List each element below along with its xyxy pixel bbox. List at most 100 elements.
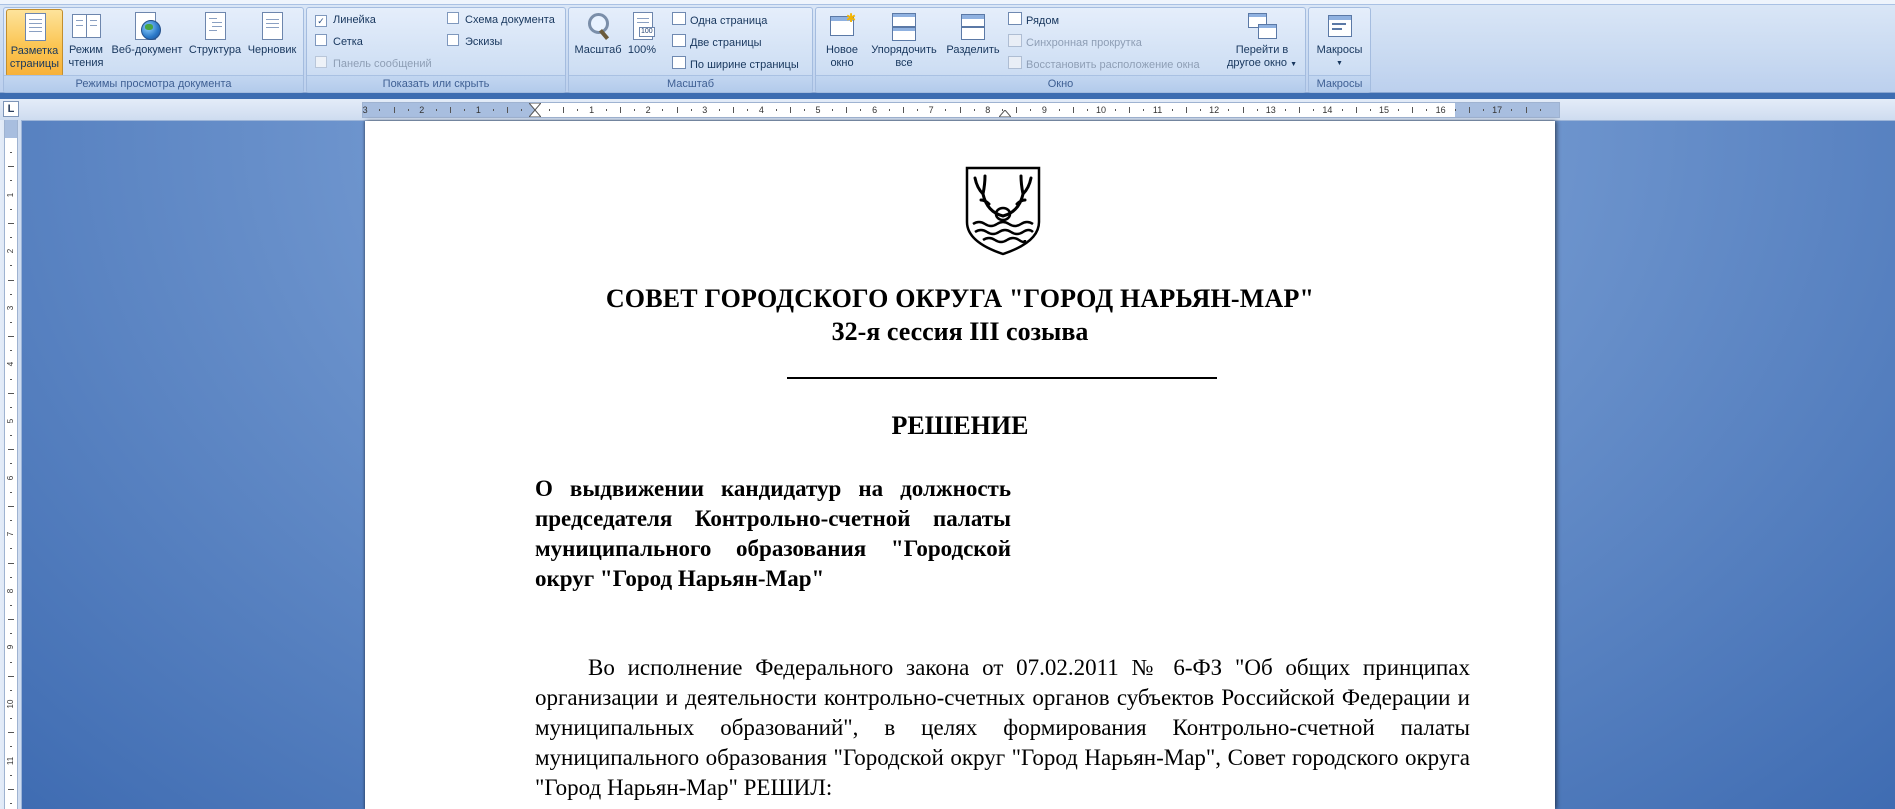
vertical-ruler-tick	[10, 633, 12, 635]
macros-button[interactable]: Макросы ▼	[1312, 9, 1367, 75]
ruler-tick	[973, 109, 975, 111]
ruler-tick	[619, 107, 621, 113]
vertical-ruler-tick	[10, 321, 12, 323]
tab-selector-button[interactable]: L	[3, 101, 19, 117]
ruler-tick	[1185, 107, 1187, 113]
vertical-ruler-tick	[10, 435, 12, 437]
new-window-label1: Новое	[825, 44, 859, 56]
draft-button[interactable]: Черновик	[244, 9, 300, 75]
reset-window-position-button[interactable]: Восстановить расположение окна	[1008, 56, 1200, 72]
ruler-number: 8	[985, 105, 991, 115]
ruler-tick	[1143, 109, 1145, 111]
group-zoom: Масштаб 100 100% Одна страница Две стран…	[568, 7, 813, 93]
vertical-ruler-number: 8	[6, 588, 15, 594]
zoom-100-label: 100%	[627, 44, 657, 56]
checkbox-icon	[315, 34, 327, 46]
document-map-checkbox[interactable]: Схема документа	[447, 12, 555, 28]
ruler-number: 6	[872, 105, 878, 115]
document-page[interactable]: СОВЕТ ГОРОДСКОГО ОКРУГА "ГОРОД НАРЬЯН-МА…	[365, 121, 1555, 809]
ruler-number: 3	[702, 105, 708, 115]
grid-checkbox[interactable]: Сетка	[315, 34, 363, 50]
vertical-ruler-tick	[10, 746, 12, 748]
vertical-ruler-tick	[10, 208, 12, 210]
one-page-button[interactable]: Одна страница	[672, 12, 767, 28]
new-window-button[interactable]: ✱ Новое окно	[819, 9, 865, 75]
page-width-button[interactable]: По ширине страницы	[672, 56, 799, 72]
thumbnails-checkbox[interactable]: Эскизы	[447, 34, 502, 50]
ruler-tick	[860, 109, 862, 111]
group-label-show-hide: Показать или скрыть	[307, 75, 565, 92]
ruler-number: 15	[1378, 105, 1390, 115]
new-window-icon: ✱	[828, 12, 856, 40]
message-bar-checkbox[interactable]: Панель сообщений	[315, 56, 432, 72]
vertical-ruler-tick	[10, 604, 12, 606]
ruler-number: 3	[362, 105, 368, 115]
group-label-macros: Макросы	[1309, 75, 1370, 92]
council-title: СОВЕТ ГОРОДСКОГО ОКРУГА "ГОРОД НАРЬЯН-МА…	[605, 284, 1315, 313]
message-bar-label: Панель сообщений	[333, 58, 432, 70]
vertical-ruler-tick	[10, 406, 12, 408]
ruler-tick	[1454, 109, 1456, 111]
zoom-100-button[interactable]: 100 100%	[624, 9, 660, 75]
ruler-tick	[1086, 109, 1088, 111]
zoom-label: Масштаб	[574, 44, 622, 56]
vertical-ruler-number: 2	[6, 248, 15, 254]
reading-mode-button[interactable]: Режим чтения	[64, 9, 108, 75]
print-layout-button[interactable]: Разметка страницы	[6, 9, 63, 77]
ruler-tick	[435, 109, 437, 111]
group-label-zoom: Масштаб	[569, 75, 812, 92]
sync-scroll-button[interactable]: Синхронная прокрутка	[1008, 34, 1142, 50]
ruler-tick	[1398, 109, 1400, 111]
two-pages-button[interactable]: Две страницы	[672, 34, 762, 50]
page-width-icon	[672, 56, 686, 69]
first-line-indent-marker[interactable]	[529, 103, 541, 110]
ruler-number: 13	[1265, 105, 1276, 115]
vertical-ruler-tick	[8, 788, 14, 790]
switch-windows-label1: Перейти в	[1235, 44, 1289, 56]
ruler-tick	[733, 107, 735, 113]
chevron-down-icon: ▼	[1336, 60, 1343, 67]
side-by-side-button[interactable]: Рядом	[1008, 12, 1059, 28]
ruler-number: 17	[1492, 105, 1503, 115]
switch-windows-button[interactable]: Перейти в другое окно ▼	[1222, 9, 1302, 75]
hanging-indent-marker[interactable]	[529, 110, 541, 117]
vertical-ruler-tick	[8, 675, 14, 677]
reading-mode-icon	[72, 12, 101, 40]
group-macros: Макросы ▼ Макросы	[1308, 7, 1371, 93]
outline-button[interactable]: Структура	[186, 9, 244, 75]
ruler-tick	[407, 109, 409, 111]
group-label-window: Окно	[816, 75, 1305, 92]
checkbox-icon	[447, 34, 459, 46]
ruler-tick	[832, 109, 834, 111]
vertical-ruler-tick	[10, 350, 12, 352]
ruler-number: 4	[758, 105, 764, 115]
ruler-tick	[1483, 109, 1485, 111]
vertical-ruler-number: 9	[6, 645, 15, 650]
arrange-all-icon	[890, 12, 918, 41]
ruler-checkbox[interactable]: ✓ Линейка	[315, 12, 376, 28]
vertical-ruler[interactable]: 1 2 3 4 5 6 7 8 9 10 11	[4, 120, 18, 809]
split-button[interactable]: Разделить	[943, 9, 1003, 75]
ruler-tick	[1369, 109, 1371, 111]
vertical-ruler-tick	[10, 152, 12, 154]
ruler-tick	[506, 107, 508, 113]
vertical-ruler-tick	[10, 237, 12, 239]
checkbox-disabled-icon	[315, 56, 327, 68]
draft-label: Черновик	[247, 44, 297, 56]
right-indent-marker[interactable]	[999, 110, 1011, 117]
outline-label: Структура	[188, 44, 242, 56]
vertical-ruler-tick	[8, 562, 14, 564]
zoom-button[interactable]: Масштаб	[572, 9, 624, 75]
group-label-views: Режимы просмотра документа	[4, 75, 303, 92]
ruler-right-margin	[1455, 103, 1559, 117]
ruler-tick	[917, 109, 919, 111]
ruler-tick	[789, 107, 791, 113]
arrange-all-button[interactable]: Упорядочить все	[865, 9, 943, 75]
globe-icon	[133, 12, 161, 40]
vertical-ruler-tick	[8, 619, 14, 621]
vertical-ruler-tick	[10, 718, 12, 720]
horizontal-ruler[interactable]: 3 2 1 1 2 3 4 5 6 7 8 9 10 11 12 13 14 15 16 17	[362, 102, 1560, 118]
ruler-tick	[945, 109, 947, 111]
checkbox-icon	[447, 12, 459, 24]
web-layout-button[interactable]: Веб-документ	[108, 9, 186, 75]
